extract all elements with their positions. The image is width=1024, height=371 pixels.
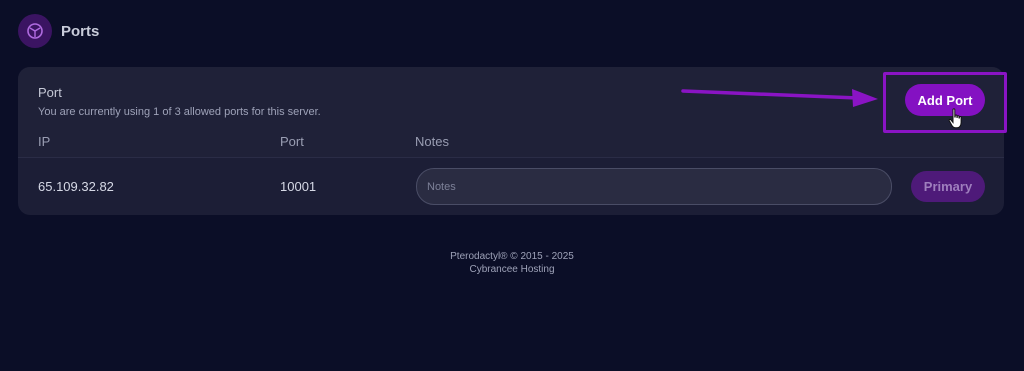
column-header-notes: Notes	[415, 134, 449, 149]
footer-copyright: Pterodactyl® © 2015 - 2025	[450, 251, 574, 262]
column-header-ip: IP	[38, 134, 51, 149]
notes-input[interactable]	[416, 168, 892, 205]
network-icon	[18, 14, 52, 48]
primary-button[interactable]: Primary	[911, 171, 985, 202]
port-usage-text: You are currently using 1 of 3 allowed p…	[38, 106, 321, 118]
port-number: 10001	[280, 179, 317, 194]
hand-pointer-icon	[948, 108, 964, 135]
footer: Pterodactyl® © 2015 - 2025 Cybrancee Hos…	[0, 250, 1024, 276]
add-port-button[interactable]: Add Port	[905, 84, 985, 116]
card-title: Port	[38, 85, 62, 100]
ports-card: Port You are currently using 1 of 3 allo…	[18, 67, 1004, 215]
footer-host: Cybrancee Hosting	[469, 264, 555, 275]
column-header-port: Port	[280, 134, 304, 149]
divider	[18, 157, 1004, 158]
ip-address: 65.109.32.82	[38, 179, 114, 194]
page-title: Ports	[61, 22, 100, 40]
page-header: Ports	[18, 14, 99, 48]
